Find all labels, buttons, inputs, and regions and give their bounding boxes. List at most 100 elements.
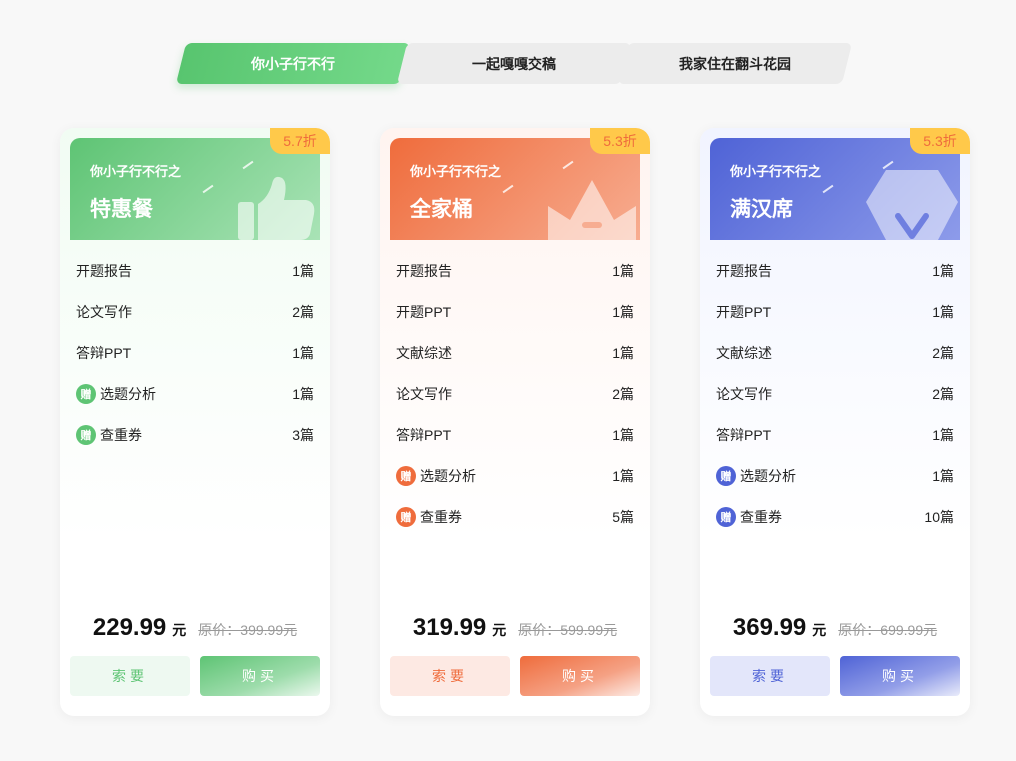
sparkle-icon xyxy=(562,160,574,170)
item-count: 3篇 xyxy=(292,426,314,443)
gift-badge-icon: 赠 xyxy=(716,465,736,486)
item-name: 查重券 xyxy=(740,508,782,525)
plan-items: 开题报告 1篇 开题PPT 1篇 文献综述 1篇 论文写作 2篇 答辩PPT 1篇 赠选题… xyxy=(396,250,634,537)
item-count: 1篇 xyxy=(612,426,634,443)
list-item: 赠选题分析 1篇 xyxy=(716,455,954,496)
price-row: 229.99 元 原价：399.99元 xyxy=(60,614,330,642)
item-name: 选题分析 xyxy=(100,385,156,402)
request-button[interactable]: 索要 xyxy=(70,656,190,696)
item-name: 开题PPT xyxy=(396,303,452,320)
plan-items: 开题报告 1篇 开题PPT 1篇 文献综述 2篇 论文写作 2篇 答辩PPT 1篇 赠选题… xyxy=(716,250,954,537)
item-name: 开题PPT xyxy=(716,303,772,320)
tab-yiqi-jiaogao[interactable]: 一起嘎嘎交稿 xyxy=(396,43,632,84)
tab-label: 我家住在翻斗花园 xyxy=(679,55,791,72)
original-price: 原价：599.99元 xyxy=(518,622,618,638)
price: 229.99 xyxy=(92,614,167,641)
crown-icon xyxy=(548,180,636,240)
plan-title: 满汉席 xyxy=(730,198,793,221)
list-item: 答辩PPT 1篇 xyxy=(716,414,954,455)
price-row: 369.99 元 原价：699.99元 xyxy=(700,614,970,642)
sparkle-icon xyxy=(882,160,894,170)
diamond-icon xyxy=(866,170,958,240)
sparkle-icon xyxy=(502,184,514,194)
list-item: 论文写作 2篇 xyxy=(716,373,954,414)
sparkle-icon xyxy=(202,184,214,194)
item-count: 5篇 xyxy=(612,508,634,525)
request-button[interactable]: 索要 xyxy=(390,656,510,696)
item-count: 2篇 xyxy=(612,385,634,402)
list-item: 开题报告 1篇 xyxy=(716,250,954,291)
item-count: 2篇 xyxy=(292,303,314,320)
buy-button[interactable]: 购买 xyxy=(200,656,320,696)
plan-card-quan-jia-tong: 你小子行不行之 全家桶 5.3折 开题报告 1篇 开题PPT 1篇 文献综述 1篇 论… xyxy=(380,128,650,716)
list-item: 答辩PPT 1篇 xyxy=(76,332,314,373)
gift-badge-icon: 赠 xyxy=(76,424,96,445)
thumbs-up-icon xyxy=(238,176,315,240)
item-count: 1篇 xyxy=(612,344,634,361)
tab-label: 你小子行不行 xyxy=(251,55,335,72)
price: 319.99 xyxy=(412,614,487,641)
item-name: 文献综述 xyxy=(396,344,452,361)
item-count: 1篇 xyxy=(612,467,634,484)
item-name: 论文写作 xyxy=(716,385,772,402)
plan-items: 开题报告 1篇 论文写作 2篇 答辩PPT 1篇 赠选题分析 1篇 赠查重券 3篇 xyxy=(76,250,314,455)
list-item: 赠选题分析 1篇 xyxy=(396,455,634,496)
list-item: 论文写作 2篇 xyxy=(396,373,634,414)
tab-fandou-huayuan[interactable]: 我家住在翻斗花园 xyxy=(617,43,853,84)
item-name: 答辩PPT xyxy=(76,344,132,361)
request-button[interactable]: 索要 xyxy=(710,656,830,696)
list-item: 赠查重券 3篇 xyxy=(76,414,314,455)
plan-subtitle: 你小子行不行之 xyxy=(730,164,822,179)
discount-badge: 5.7折 xyxy=(270,128,330,154)
package-tabs: 你小子行不行 一起嘎嘎交稿 我家住在翻斗花园 xyxy=(175,43,853,84)
gift-badge-icon: 赠 xyxy=(716,506,736,527)
list-item: 文献综述 2篇 xyxy=(716,332,954,373)
plan-title: 特惠餐 xyxy=(90,198,153,221)
item-name: 选题分析 xyxy=(740,467,796,484)
price-unit: 元 xyxy=(492,622,507,638)
sparkle-icon xyxy=(822,184,834,194)
item-name: 文献综述 xyxy=(716,344,772,361)
item-count: 1篇 xyxy=(932,303,954,320)
item-name: 选题分析 xyxy=(420,467,476,484)
item-name: 答辩PPT xyxy=(716,426,772,443)
item-count: 1篇 xyxy=(932,467,954,484)
original-price: 原价：699.99元 xyxy=(838,622,938,638)
item-name: 开题报告 xyxy=(396,262,452,279)
list-item: 开题PPT 1篇 xyxy=(396,291,634,332)
plan-title: 全家桶 xyxy=(410,198,473,221)
plan-subtitle: 你小子行不行之 xyxy=(90,164,182,179)
gift-badge-icon: 赠 xyxy=(76,383,96,404)
gift-badge-icon: 赠 xyxy=(396,506,416,527)
list-item: 赠选题分析 1篇 xyxy=(76,373,314,414)
item-count: 1篇 xyxy=(292,385,314,402)
plan-card-man-han-xi: 你小子行不行之 满汉席 5.3折 开题报告 1篇 开题PPT 1篇 文献综述 2篇 论… xyxy=(700,128,970,716)
buy-button[interactable]: 购买 xyxy=(840,656,960,696)
discount-badge: 5.3折 xyxy=(590,128,650,154)
price: 369.99 xyxy=(732,614,807,641)
list-item: 文献综述 1篇 xyxy=(396,332,634,373)
list-item: 开题报告 1篇 xyxy=(76,250,314,291)
item-count: 1篇 xyxy=(612,262,634,279)
item-name: 开题报告 xyxy=(716,262,772,279)
item-count: 2篇 xyxy=(932,344,954,361)
price-unit: 元 xyxy=(812,622,827,638)
item-count: 1篇 xyxy=(292,262,314,279)
item-name: 论文写作 xyxy=(396,385,452,402)
list-item: 赠查重券 5篇 xyxy=(396,496,634,537)
tab-ni-xiaozi[interactable]: 你小子行不行 xyxy=(175,43,411,84)
item-count: 1篇 xyxy=(932,262,954,279)
plan-subtitle: 你小子行不行之 xyxy=(410,164,502,179)
list-item: 赠查重券 10篇 xyxy=(716,496,954,537)
item-count: 2篇 xyxy=(932,385,954,402)
buy-button[interactable]: 购买 xyxy=(520,656,640,696)
item-name: 答辩PPT xyxy=(396,426,452,443)
list-item: 开题报告 1篇 xyxy=(396,250,634,291)
price-unit: 元 xyxy=(172,622,187,638)
discount-badge: 5.3折 xyxy=(910,128,970,154)
sparkle-icon xyxy=(242,160,254,170)
item-count: 10篇 xyxy=(924,508,954,525)
plan-card-te-hui-can: 你小子行不行之 特惠餐 5.7折 开题报告 1篇 论文写作 2篇 答辩PPT 1篇 赠… xyxy=(60,128,330,716)
item-count: 1篇 xyxy=(292,344,314,361)
item-name: 查重券 xyxy=(420,508,462,525)
